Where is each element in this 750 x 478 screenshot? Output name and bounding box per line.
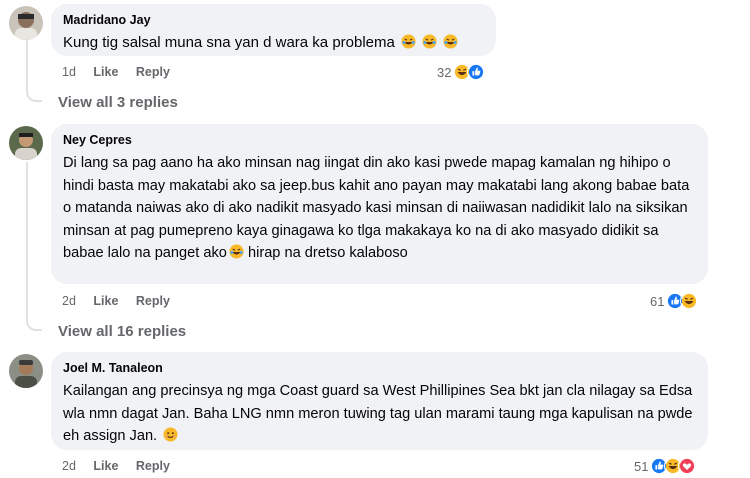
comment-text: Di lang sa pag aano ha ako minsan nag ii… bbox=[63, 152, 696, 265]
reaction-summary[interactable]: 51 bbox=[634, 456, 697, 476]
like-button[interactable]: Like bbox=[93, 65, 118, 79]
haha-reaction-icon bbox=[680, 292, 699, 310]
comment-bubble: Joel M. Tanaleon Kailangan ang precinsya… bbox=[51, 352, 708, 450]
comment-timestamp[interactable]: 2d bbox=[62, 294, 76, 308]
reply-button[interactable]: Reply bbox=[136, 294, 170, 308]
avatar[interactable] bbox=[9, 6, 43, 40]
avatar-image bbox=[9, 354, 43, 388]
reaction-count: 51 bbox=[634, 458, 649, 474]
laughing-emoji-icon bbox=[422, 34, 437, 49]
view-replies-link[interactable]: View all 16 replies bbox=[58, 323, 186, 340]
like-reaction-icon bbox=[467, 63, 486, 81]
comment-body: Kailangan ang precinsya ng mga Coast gua… bbox=[63, 383, 693, 444]
reaction-count: 32 bbox=[437, 64, 452, 80]
comment-timestamp[interactable]: 2d bbox=[62, 459, 76, 473]
avatar-image bbox=[9, 6, 43, 40]
like-button[interactable]: Like bbox=[93, 459, 118, 473]
comment-text: Kailangan ang precinsya ng mga Coast gua… bbox=[63, 380, 696, 448]
smiling-emoji-icon bbox=[163, 427, 178, 442]
comment-author[interactable]: Joel M. Tanaleon bbox=[63, 360, 696, 376]
reaction-summary[interactable]: 61 bbox=[650, 291, 699, 311]
laughing-emoji-icon bbox=[229, 244, 244, 259]
comment-author[interactable]: Madridano Jay bbox=[63, 12, 484, 28]
view-replies-link[interactable]: View all 3 replies bbox=[58, 94, 178, 111]
avatar[interactable] bbox=[9, 126, 43, 160]
thread-line bbox=[26, 162, 28, 317]
like-button[interactable]: Like bbox=[93, 294, 118, 308]
reply-connector bbox=[26, 88, 42, 102]
comment-timestamp[interactable]: 1d bbox=[62, 65, 76, 79]
reply-connector bbox=[26, 317, 42, 331]
avatar[interactable] bbox=[9, 354, 43, 388]
reply-button[interactable]: Reply bbox=[136, 459, 170, 473]
comment-body-continued: hirap na dretso kalaboso bbox=[243, 245, 408, 261]
comment-bubble: Madridano Jay Kung tig salsal muna sna y… bbox=[51, 4, 496, 56]
avatar-image bbox=[9, 126, 43, 160]
reaction-summary[interactable]: 32 bbox=[437, 62, 486, 82]
comment-actions: 2d Like Reply bbox=[62, 458, 184, 474]
love-reaction-icon bbox=[678, 457, 697, 475]
comment-body: Kung tig salsal muna sna yan d wara ka p… bbox=[63, 34, 395, 51]
comment-bubble: Ney Cepres Di lang sa pag aano ha ako mi… bbox=[51, 124, 708, 284]
laughing-emoji-icon bbox=[401, 34, 416, 49]
reaction-count: 61 bbox=[650, 293, 665, 309]
comment-actions: 2d Like Reply bbox=[62, 293, 184, 309]
thread-line bbox=[26, 40, 28, 88]
comment-actions: 1d Like Reply bbox=[62, 64, 184, 80]
comment-text: Kung tig salsal muna sna yan d wara ka p… bbox=[63, 32, 484, 55]
laughing-emoji-icon bbox=[443, 34, 458, 49]
comment-author[interactable]: Ney Cepres bbox=[63, 132, 696, 148]
reply-button[interactable]: Reply bbox=[136, 65, 170, 79]
